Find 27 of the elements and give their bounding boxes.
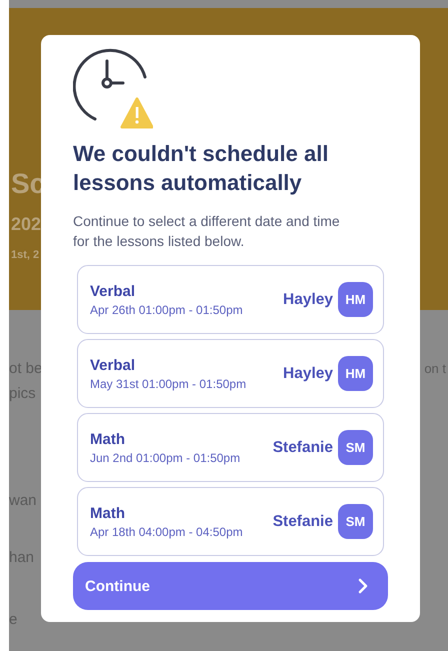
continue-button[interactable]: Continue: [73, 562, 388, 610]
chevron-right-icon: [358, 578, 368, 594]
tutor-name: Stefanie: [272, 512, 333, 530]
tutor-avatar: HM: [338, 282, 373, 317]
lesson-card[interactable]: Math Jun 2nd 01:00pm - 01:50pm Stefanie SM: [77, 413, 384, 482]
lesson-card[interactable]: Math Apr 18th 04:00pm - 04:50pm Stefanie SM: [77, 487, 384, 556]
tutor-avatar: HM: [338, 356, 373, 391]
lesson-subject: Math: [90, 430, 126, 448]
lesson-time: Apr 18th 04:00pm - 04:50pm: [90, 524, 243, 538]
lesson-subject: Verbal: [90, 282, 136, 300]
background-text: 202: [11, 214, 42, 235]
tutor-avatar: SM: [338, 504, 373, 539]
tutor-name: Hayley: [283, 364, 333, 382]
tutor-name: Hayley: [283, 290, 333, 308]
tutor-avatar: SM: [338, 430, 373, 465]
dialog-message: Continue to select a different date and time for the lessons listed below.: [73, 212, 341, 251]
lesson-card[interactable]: Verbal May 31st 01:00pm - 01:50pm Hayley HM: [77, 339, 384, 408]
dialog-title: We couldn't schedule all lessons automatically: [73, 140, 330, 197]
background-text: 1st, 2: [11, 249, 40, 261]
lesson-subject: Math: [90, 504, 126, 522]
lesson-time: Apr 26th 01:00pm - 01:50pm: [90, 302, 243, 316]
tutor-name: Stefanie: [272, 438, 333, 456]
lesson-subject: Verbal: [90, 356, 136, 374]
lesson-card[interactable]: Verbal Apr 26th 01:00pm - 01:50pm Hayley HM: [77, 265, 384, 334]
lesson-time: Jun 2nd 01:00pm - 01:50pm: [90, 450, 240, 464]
lesson-time: May 31st 01:00pm - 01:50pm: [90, 376, 246, 390]
clock-warning-icon: [73, 47, 153, 129]
